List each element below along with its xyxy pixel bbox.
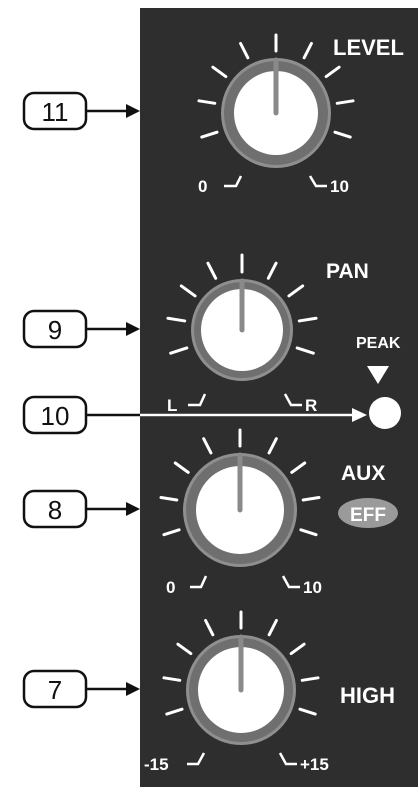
callout-11: 11 [22, 91, 140, 131]
peak-led [369, 397, 401, 429]
level-min-label: 0 [198, 177, 207, 196]
level-label: LEVEL [333, 35, 404, 60]
callout-7: 7 [22, 669, 140, 709]
arrow-right-icon [126, 502, 140, 516]
mixer-channel-diagram: LEVEL 0 10 PAN L R PEAK AUX EFF 0 10 HIG… [22, 8, 418, 787]
arrow-right-icon [126, 104, 140, 118]
aux-min-label: 0 [166, 578, 175, 597]
arrow-right-icon [126, 322, 140, 336]
callout-number: 9 [48, 315, 62, 345]
high-max-label: +15 [300, 755, 329, 774]
aux-max-label: 10 [303, 578, 322, 597]
callout-number: 8 [48, 495, 62, 525]
pan-min-label: L [167, 396, 177, 415]
eff-badge-label: EFF [350, 505, 386, 526]
level-max-label: 10 [330, 177, 349, 196]
callout-number: 7 [48, 675, 62, 705]
callout-number: 11 [42, 97, 69, 127]
peak-label: PEAK [356, 335, 401, 352]
high-label: HIGH [340, 683, 395, 708]
aux-label: AUX [341, 462, 385, 485]
callout-9: 9 [22, 309, 140, 349]
pan-max-label: R [305, 396, 317, 415]
arrow-right-icon [126, 682, 140, 696]
callout-8: 8 [22, 489, 140, 529]
high-min-label: -15 [144, 755, 169, 774]
callout-number: 10 [41, 401, 70, 431]
pan-label: PAN [326, 260, 369, 283]
